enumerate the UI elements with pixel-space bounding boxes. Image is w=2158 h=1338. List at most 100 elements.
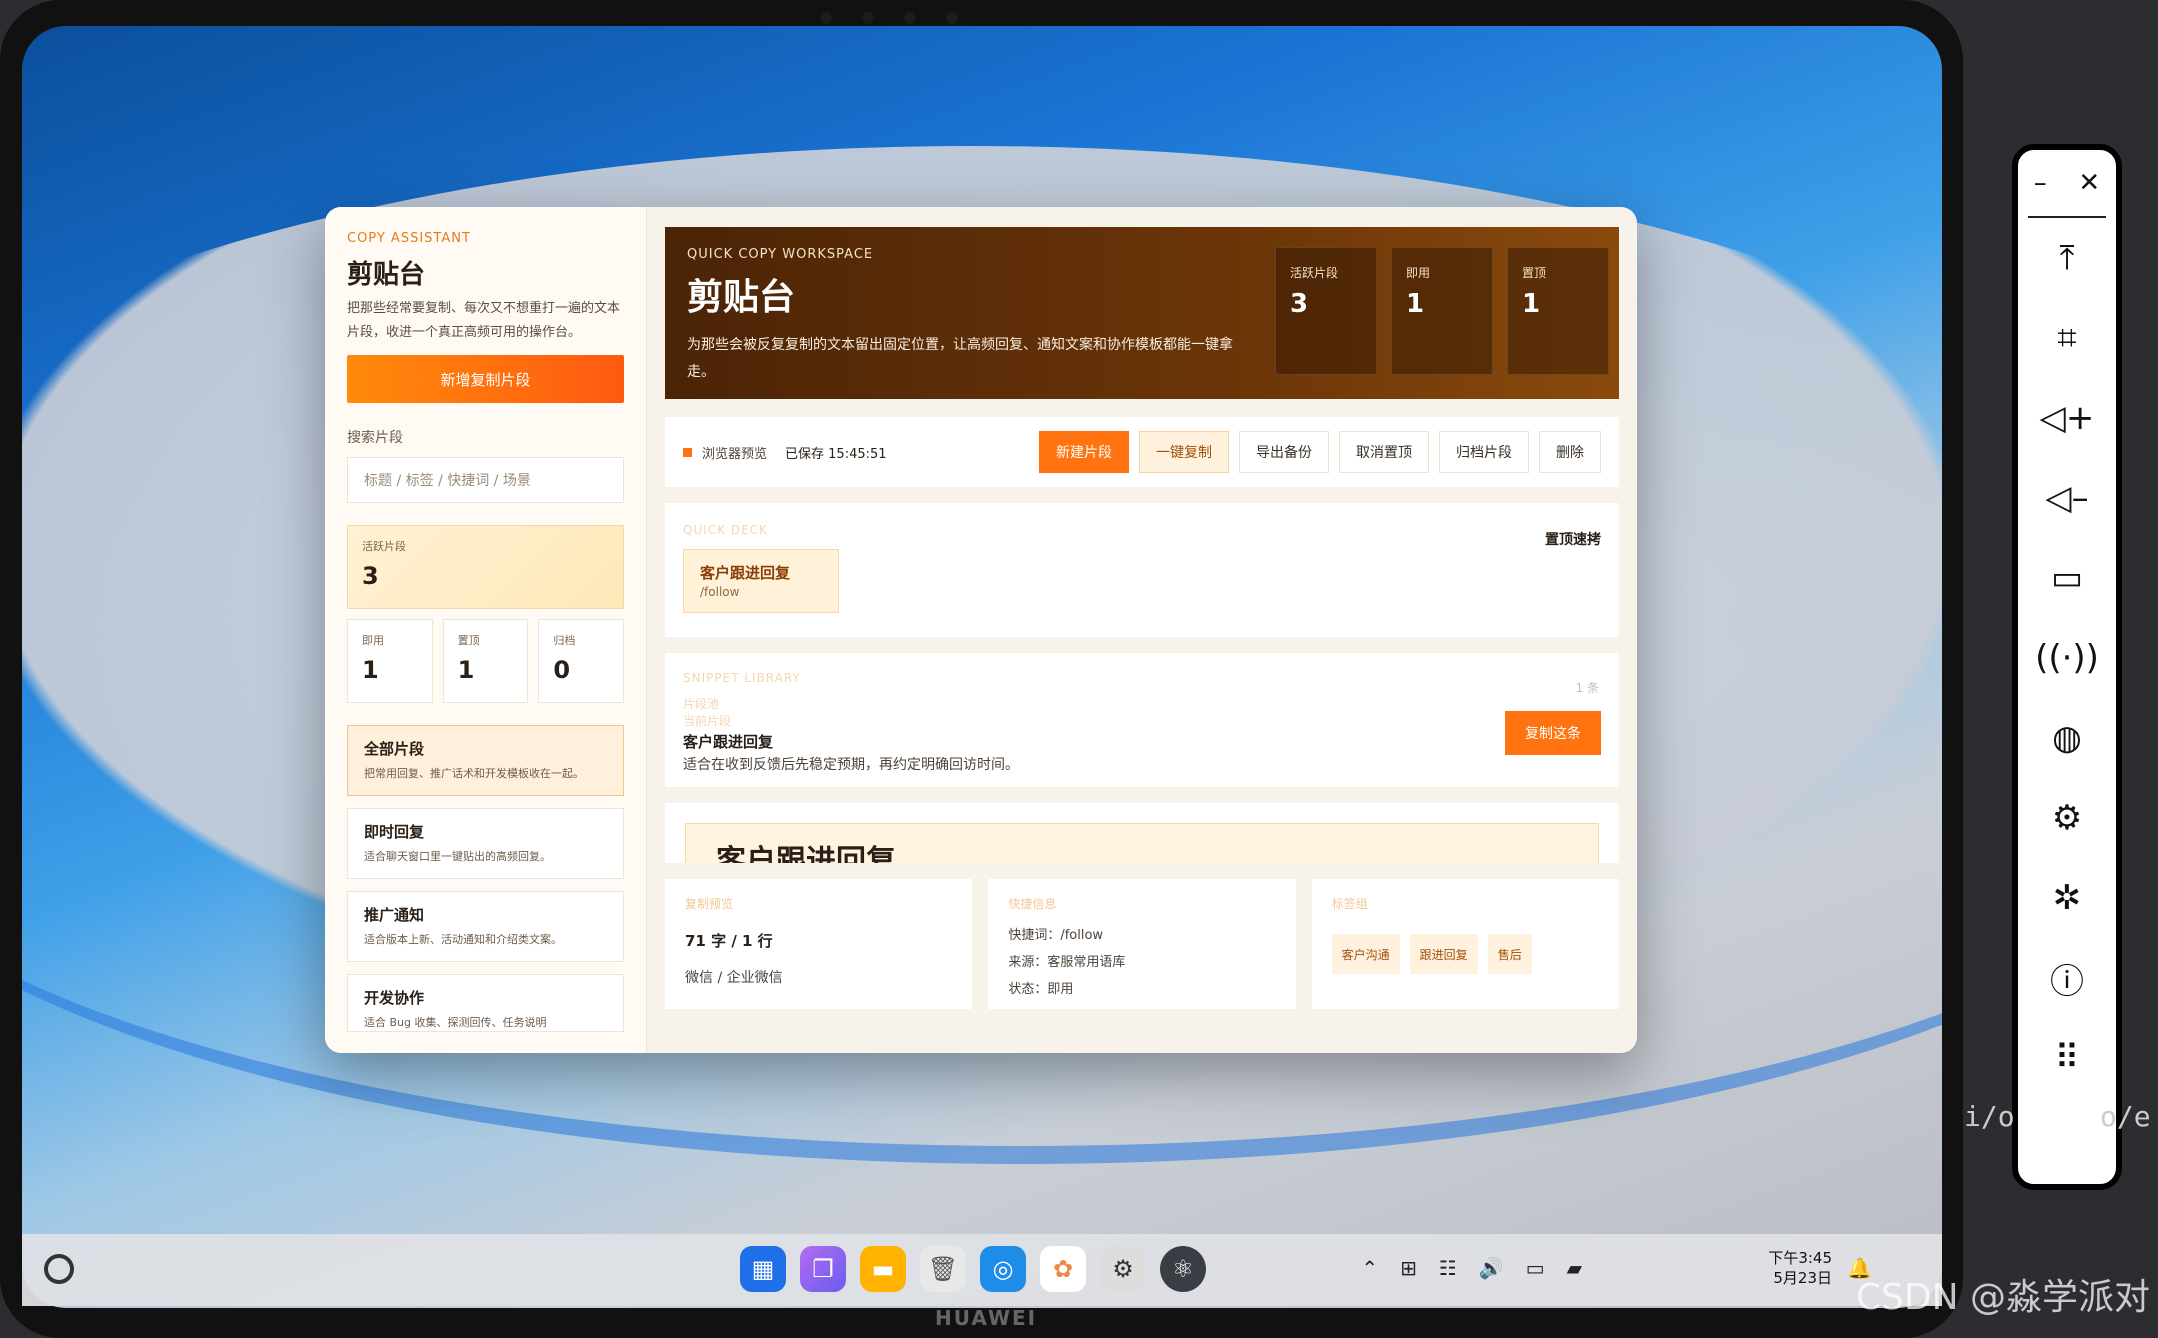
hero-stat-active: 活跃片段 3 (1275, 247, 1377, 375)
preview-mode-label: 浏览器预览 (702, 446, 768, 462)
stat-value: 1 (1406, 289, 1425, 319)
input-method-icon[interactable]: ⊞ (1400, 1256, 1417, 1280)
card-label: 标签组 (1331, 897, 1368, 911)
tag-label-icon[interactable]: ▭ (2018, 538, 2116, 618)
csdn-watermark: CSDN @淼学派对 (1855, 1277, 2150, 1318)
hero-stat-pinned: 置顶 1 (1507, 247, 1609, 375)
gear-icon[interactable]: ⚙ (2018, 778, 2116, 858)
volume-up-icon[interactable]: ◁+ (2018, 378, 2116, 458)
card-label: 复制预览 (685, 897, 734, 911)
camera-dots (820, 12, 958, 24)
toolbar-buttons: 新建片段 一键复制 导出备份 取消置顶 归档片段 删除 (1039, 431, 1601, 473)
copy-this-button[interactable]: 复制这条 (1505, 711, 1601, 755)
category-all[interactable]: 全部片段 把常用回复、推广话术和开发模板收在一起。 (347, 725, 624, 796)
tag-group-card: 标签组 客户沟通 跟进回复 售后 (1311, 879, 1619, 1009)
category-dev-collab[interactable]: 开发协作 适合 Bug 收集、探测回传、任务说明 (347, 974, 624, 1032)
small-stats-row: 即用 1 置顶 1 归档 0 (347, 619, 625, 703)
unpin-button[interactable]: 取消置顶 (1339, 431, 1429, 473)
main-workspace: QUICK COPY WORKSPACE 剪贴台 为那些会被反复复制的文本留出固… (647, 207, 1637, 1053)
pinned-stat: 置顶 1 (442, 619, 529, 703)
settings-icon[interactable]: ⚙ (1100, 1246, 1146, 1292)
stat-label: 活跃片段 (1290, 266, 1339, 280)
volume-icon[interactable]: 🔊 (1479, 1256, 1504, 1280)
snippet-library: SNIPPET LIBRARY 1 条 片段池 当前片段 客户跟进回复 适合在收… (665, 653, 1619, 787)
clipboard-icon[interactable]: ☷ (1439, 1256, 1457, 1280)
browser-icon[interactable]: ◎ (980, 1246, 1026, 1292)
shortcut-info: 快捷词：/follow (1008, 928, 1104, 943)
close-icon[interactable]: ✕ (2078, 168, 2100, 198)
crop-icon[interactable]: ⌗ (2018, 298, 2116, 378)
category-title: 开发协作 (364, 989, 425, 1007)
stat-value: 1 (362, 656, 379, 684)
search-input[interactable]: 标题 / 标签 / 快捷词 / 场景 (347, 457, 624, 503)
background-code-text: i/o (1964, 1100, 2015, 1133)
panel-window-controls: – ✕ (2018, 150, 2116, 198)
tag-chip[interactable]: 跟进回复 (1409, 934, 1478, 974)
clock-time: 下午3:45 (1768, 1249, 1832, 1267)
category-desc: 适合聊天窗口里一键贴出的高频回复。 (364, 850, 551, 863)
library-eyebrow: SNIPPET LIBRARY (683, 671, 801, 685)
search-label: 搜索片段 (347, 430, 403, 446)
volume-down-icon[interactable]: ◁– (2018, 458, 2116, 538)
tag-chip[interactable]: 客户沟通 (1331, 934, 1400, 974)
stat-value: 3 (362, 562, 379, 590)
hero-stats: 活跃片段 3 即用 1 置顶 1 (1275, 247, 1609, 375)
app-launcher-icon[interactable]: ▦ (740, 1246, 786, 1292)
background-code-text: o/e (2100, 1100, 2151, 1133)
tray-expand-icon[interactable]: ⌃ (1361, 1256, 1378, 1280)
hero-banner: QUICK COPY WORKSPACE 剪贴台 为那些会被反复复制的文本留出固… (665, 227, 1619, 399)
signal-broadcast-icon[interactable]: ((·)) (2018, 618, 2116, 698)
snippet-title: 客户跟进回复 (683, 733, 774, 751)
device-brand: HUAWEI (935, 1306, 1038, 1330)
trash-icon[interactable]: 🗑 (920, 1246, 966, 1292)
saved-status: 已保存 15:45:51 (785, 446, 887, 462)
snippet-description: 适合在收到反馈后先稳定预期，再约定明确回访时间。 (683, 757, 1019, 773)
globe-icon[interactable]: ◍ (2018, 698, 2116, 778)
copy-preview-card: 复制预览 71 字 / 1 行 微信 / 企业微信 (665, 879, 973, 1009)
category-title: 全部片段 (364, 740, 425, 758)
tag-chip[interactable]: 售后 (1487, 934, 1532, 974)
files-icon[interactable]: ▬ (860, 1246, 906, 1292)
category-desc: 适合 Bug 收集、探测回传、任务说明 (364, 1016, 547, 1029)
target-channel: 微信 / 企业微信 (685, 970, 783, 986)
new-snippet-button[interactable]: 新建片段 (1039, 431, 1129, 473)
category-title: 推广通知 (364, 906, 425, 924)
minimize-icon[interactable]: – (2034, 168, 2047, 198)
keyboard-icon[interactable]: ⠿ (2018, 1018, 2116, 1098)
pin-top-icon[interactable]: ⤒ (2018, 218, 2116, 298)
battery-icon[interactable]: ▰ (1567, 1256, 1582, 1280)
category-promotion[interactable]: 推广通知 适合版本上新、活动通知和介绍类文案。 (347, 891, 624, 962)
hero-stat-ready: 即用 1 (1391, 247, 1493, 375)
gallery-icon[interactable]: ✿ (1040, 1246, 1086, 1292)
sidebar: COPY ASSISTANT 剪贴台 把那些经常要复制、每次又不想重打一遍的文本… (325, 207, 647, 1053)
deck-eyebrow: QUICK DECK (683, 523, 768, 537)
chip-shortcut: /follow (700, 585, 740, 599)
bug-icon[interactable]: ✲ (2018, 858, 2116, 938)
active-snippets-stat: 活跃片段 3 (347, 525, 624, 609)
add-snippet-button[interactable]: 新增复制片段 (347, 355, 624, 403)
chip-title: 客户跟进回复 (700, 564, 791, 582)
status-dot-icon (683, 447, 692, 457)
display-icon[interactable]: ▭ (1526, 1256, 1545, 1280)
pinned-snippet-chip[interactable]: 客户跟进回复 /follow (683, 549, 839, 613)
home-circle-icon[interactable] (44, 1254, 74, 1284)
archived-stat: 归档 0 (538, 619, 625, 703)
info-cards: 复制预览 71 字 / 1 行 微信 / 企业微信 快捷信息 快捷词：/foll… (665, 879, 1619, 1009)
copy-button[interactable]: 一键复制 (1139, 431, 1229, 473)
library-count: 1 条 (1575, 681, 1599, 695)
category-desc: 适合版本上新、活动通知和介绍类文案。 (364, 933, 562, 946)
info-icon[interactable]: ⓘ (2018, 938, 2116, 1018)
export-backup-button[interactable]: 导出备份 (1239, 431, 1329, 473)
ready-stat: 即用 1 (347, 619, 433, 703)
multi-window-icon[interactable]: ❐ (800, 1246, 846, 1292)
stat-label: 活跃片段 (362, 540, 406, 553)
archive-button[interactable]: 归档片段 (1439, 431, 1529, 473)
library-pool-label: 片段池 (683, 697, 720, 711)
clock-date: 5月23日 (1773, 1269, 1832, 1287)
category-instant-reply[interactable]: 即时回复 适合聊天窗口里一键贴出的高频回复。 (347, 808, 624, 879)
taskbar: ▦ ❐ ▬ 🗑 ◎ ✿ ⚙ ⚛ 下午3:45 5月23日 ⌃ ⊞ ☷ 🔊 ▭ ▰… (22, 1234, 1942, 1306)
delete-button[interactable]: 删除 (1539, 431, 1601, 473)
stat-label: 置顶 (457, 634, 480, 647)
dev-app-icon[interactable]: ⚛ (1160, 1246, 1206, 1292)
system-clock[interactable]: 下午3:45 5月23日 (1768, 1248, 1832, 1288)
